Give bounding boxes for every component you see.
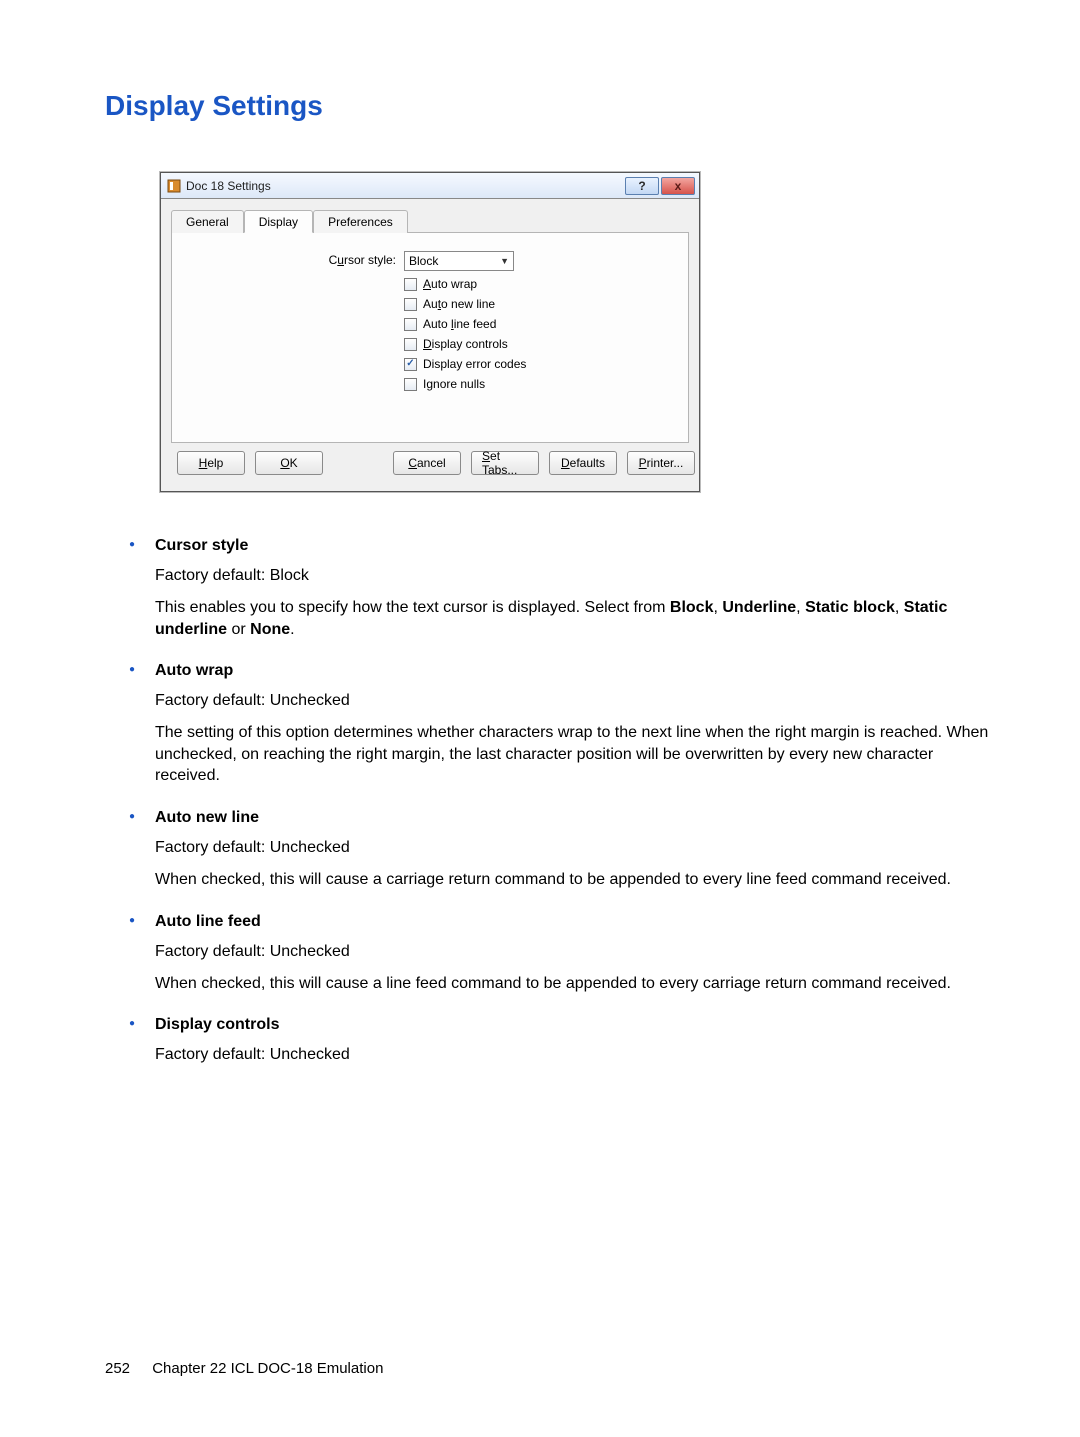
- checkbox-display-controls[interactable]: Display controls: [404, 337, 526, 351]
- item-default: Factory default: Unchecked: [155, 692, 1000, 710]
- item-title: Display controls: [155, 1016, 1000, 1034]
- cursor-style-select[interactable]: Block ▼: [404, 251, 514, 271]
- checkbox-box: [404, 338, 417, 351]
- page-number: 252: [105, 1360, 130, 1377]
- tab-display[interactable]: Display: [244, 210, 313, 233]
- checkbox-auto-new-line[interactable]: Auto new line: [404, 297, 526, 311]
- help-button[interactable]: Help: [177, 451, 245, 475]
- item-description: The setting of this option determines wh…: [155, 722, 1000, 787]
- item-default: Factory default: Unchecked: [155, 839, 1000, 857]
- cursor-style-value: Block: [409, 254, 438, 268]
- checkbox-box: [404, 358, 417, 371]
- checkbox-box: [404, 318, 417, 331]
- item-description: When checked, this will cause a carriage…: [155, 869, 1000, 891]
- item-title: Auto new line: [155, 809, 1000, 827]
- tab-strip: General Display Preferences: [171, 209, 689, 233]
- help-button-icon[interactable]: ?: [625, 177, 659, 195]
- tab-general[interactable]: General: [171, 210, 244, 233]
- ok-button[interactable]: OK: [255, 451, 323, 475]
- checkbox-display-error-codes[interactable]: Display error codes: [404, 357, 526, 371]
- checkbox-auto-wrap[interactable]: Auto wrap: [404, 277, 526, 291]
- item-description: This enables you to specify how the text…: [155, 597, 1000, 640]
- checkbox-ignore-nulls[interactable]: Ignore nulls: [404, 377, 526, 391]
- page-heading: Display Settings: [105, 90, 1000, 122]
- tab-panel-display: Cursor style: Block ▼ Auto wrap: [171, 233, 689, 443]
- cursor-style-label: Cursor style:: [186, 251, 404, 267]
- item-title: Auto wrap: [155, 662, 1000, 680]
- page-footer: 252 Chapter 22 ICL DOC-18 Emulation: [105, 1360, 383, 1377]
- settings-description-list: Cursor style Factory default: Block This…: [105, 537, 1000, 1064]
- list-item-cursor-style: Cursor style Factory default: Block This…: [155, 537, 1000, 640]
- item-title: Auto line feed: [155, 913, 1000, 931]
- defaults-button[interactable]: Defaults: [549, 451, 617, 475]
- dialog-screenshot: Doc 18 Settings ? x General Display Pref…: [160, 172, 1000, 492]
- cancel-button[interactable]: Cancel: [393, 451, 461, 475]
- set-tabs-button[interactable]: Set Tabs...: [471, 451, 539, 475]
- close-icon[interactable]: x: [661, 177, 695, 195]
- list-item-display-controls: Display controls Factory default: Unchec…: [155, 1016, 1000, 1064]
- item-default: Factory default: Block: [155, 567, 1000, 585]
- dialog-button-row: Help OK Cancel Set Tabs... Defaults Prin…: [171, 443, 689, 483]
- list-item-auto-wrap: Auto wrap Factory default: Unchecked The…: [155, 662, 1000, 787]
- dialog-title: Doc 18 Settings: [186, 179, 623, 193]
- settings-dialog: Doc 18 Settings ? x General Display Pref…: [160, 172, 700, 492]
- app-icon: [167, 179, 181, 193]
- item-default: Factory default: Unchecked: [155, 1046, 1000, 1064]
- checkbox-box: [404, 278, 417, 291]
- printer-button[interactable]: Printer...: [627, 451, 695, 475]
- checkbox-auto-line-feed[interactable]: Auto line feed: [404, 317, 526, 331]
- checkbox-box: [404, 298, 417, 311]
- item-description: When checked, this will cause a line fee…: [155, 973, 1000, 995]
- chevron-down-icon: ▼: [500, 256, 509, 266]
- item-title: Cursor style: [155, 537, 1000, 555]
- tab-preferences[interactable]: Preferences: [313, 210, 408, 233]
- list-item-auto-line-feed: Auto line feed Factory default: Unchecke…: [155, 913, 1000, 995]
- item-default: Factory default: Unchecked: [155, 943, 1000, 961]
- list-item-auto-new-line: Auto new line Factory default: Unchecked…: [155, 809, 1000, 891]
- chapter-label: Chapter 22 ICL DOC-18 Emulation: [152, 1360, 383, 1377]
- checkbox-box: [404, 378, 417, 391]
- titlebar: Doc 18 Settings ? x: [161, 173, 699, 199]
